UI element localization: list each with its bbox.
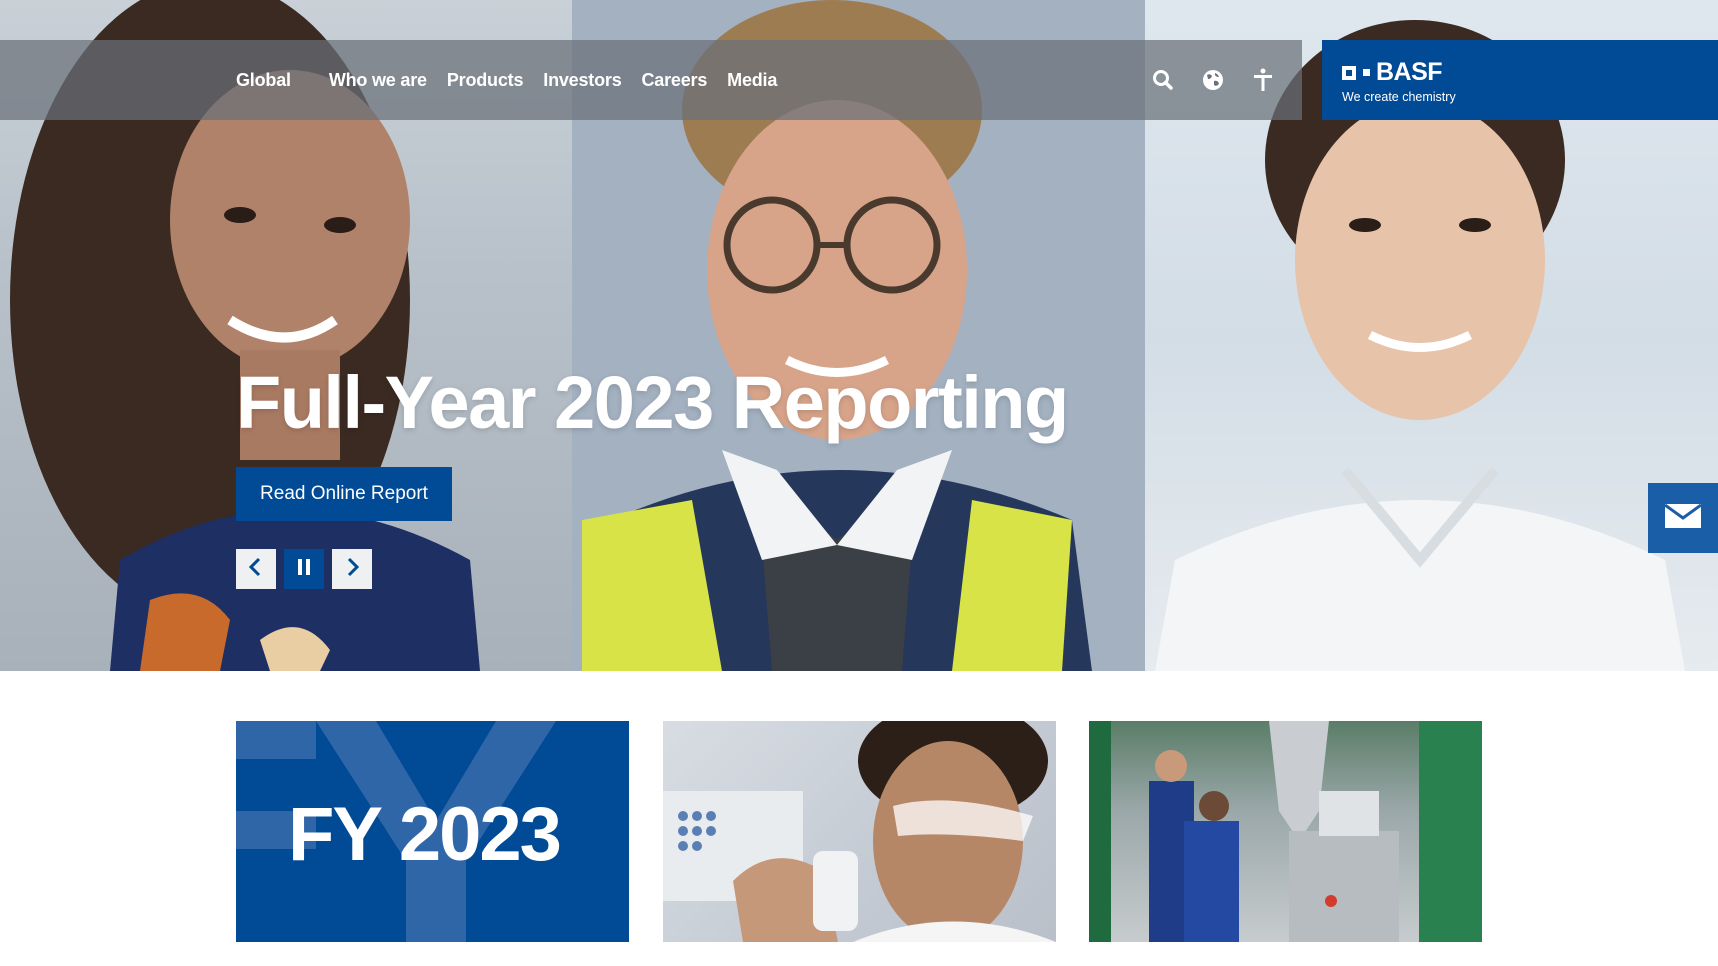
chevron-left-icon [248,557,264,582]
contact-mail-button[interactable] [1648,483,1718,553]
logo-wordmark: BASF [1376,58,1443,86]
tile-scientist-image[interactable] [663,721,1056,942]
nav-item-products[interactable]: Products [447,70,524,91]
carousel-next-button[interactable] [332,549,372,589]
nav-item-who-we-are[interactable]: Who we are [329,70,427,91]
tile-lab-machinery-image[interactable] [1089,721,1482,942]
globe-icon[interactable] [1200,67,1226,93]
main-navigation: Global Who we are Products Investors Car… [0,40,1302,120]
search-icon[interactable] [1150,67,1176,93]
basf-logo[interactable]: BASF We create chemistry [1322,40,1718,120]
logo-tagline: We create chemistry [1342,90,1456,104]
nav-item-media[interactable]: Media [727,70,777,91]
nav-item-global[interactable]: Global [236,70,291,91]
accessibility-icon[interactable] [1250,67,1276,93]
hero-headline: Full-Year 2023 Reporting [236,361,1069,444]
nav-item-careers[interactable]: Careers [642,70,708,91]
carousel-pause-button[interactable] [284,549,324,589]
mail-icon [1664,503,1702,534]
tile-fy-2023[interactable]: FY 2023 [236,721,629,942]
logo-dot-mark [1363,69,1370,76]
nav-item-investors[interactable]: Investors [543,70,621,91]
carousel-prev-button[interactable] [236,549,276,589]
pause-icon [296,557,312,582]
tile-fy-title: FY 2023 [288,792,562,877]
logo-square-mark [1342,65,1356,80]
read-online-report-button[interactable]: Read Online Report [236,467,452,521]
chevron-right-icon [344,557,360,582]
